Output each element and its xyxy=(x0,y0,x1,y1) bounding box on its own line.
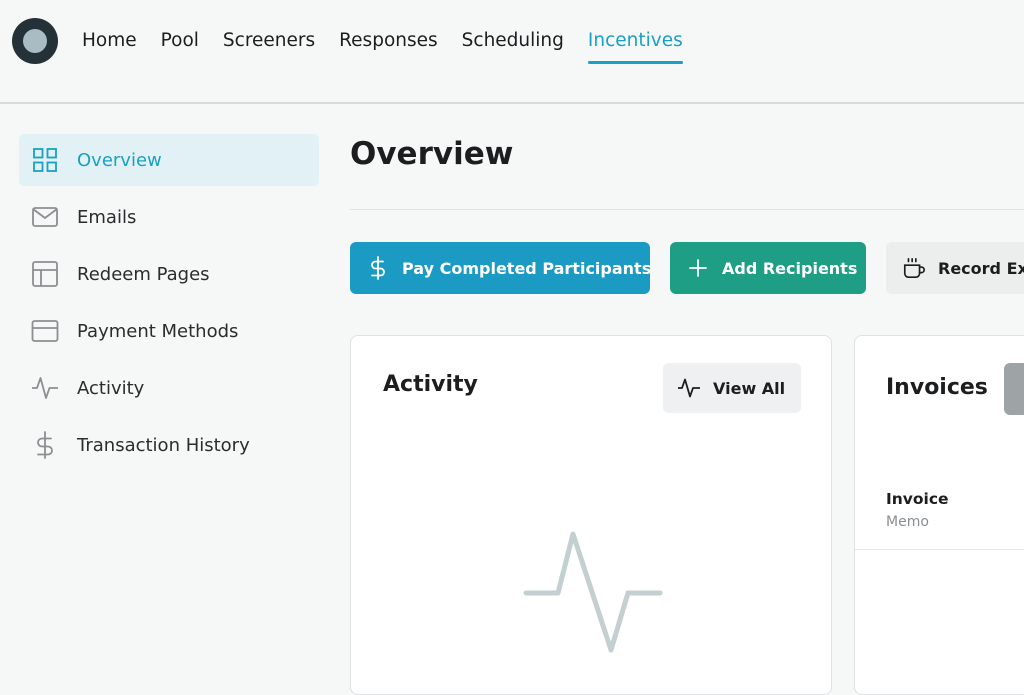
top-nav: Home Pool Screeners Responses Scheduling… xyxy=(82,0,707,80)
sidebar-item-label: Transaction History xyxy=(77,434,250,456)
activity-card: Activity View All xyxy=(350,335,832,695)
sidebar-item-label: Activity xyxy=(77,377,145,399)
nav-home[interactable]: Home xyxy=(82,0,137,80)
button-label: Pay Completed Participants xyxy=(402,258,650,278)
sidebar-item-overview[interactable]: Overview xyxy=(19,134,319,186)
sidebar-item-label: Emails xyxy=(77,206,137,228)
invoices-card: Invoices Invoice Memo xyxy=(854,335,1024,695)
activity-icon xyxy=(31,374,59,402)
view-all-button[interactable]: View All xyxy=(663,363,801,413)
record-external-button[interactable]: Record Ext xyxy=(886,242,1024,294)
sidebar: Overview Emails Redeem Pages Payment Met… xyxy=(19,134,319,476)
pay-completed-participants-button[interactable]: Pay Completed Participants xyxy=(350,242,650,294)
card-title: Activity xyxy=(383,372,478,397)
activity-empty-state-icon xyxy=(523,531,663,653)
nav-responses[interactable]: Responses xyxy=(339,0,438,80)
add-recipients-button[interactable]: Add Recipients xyxy=(670,242,866,294)
sidebar-item-label: Overview xyxy=(77,149,162,171)
grid-icon xyxy=(31,146,59,174)
coffee-cup-icon xyxy=(902,256,926,280)
page-title: Overview xyxy=(350,136,514,172)
button-label: Add Recipients xyxy=(722,258,858,278)
nav-scheduling[interactable]: Scheduling xyxy=(462,0,564,80)
activity-icon xyxy=(677,376,701,400)
invoice-column-header: Invoice xyxy=(886,490,949,508)
button-label: Record Ext xyxy=(938,258,1024,278)
dollar-icon xyxy=(366,256,390,280)
card-title: Invoices xyxy=(886,375,988,400)
sidebar-item-label: Redeem Pages xyxy=(77,263,210,285)
invoices-action-button[interactable] xyxy=(1004,363,1024,415)
nav-screeners[interactable]: Screeners xyxy=(223,0,315,80)
layout-icon xyxy=(31,260,59,288)
memo-column-subheader: Memo xyxy=(886,514,929,530)
sidebar-item-emails[interactable]: Emails xyxy=(19,191,319,243)
plus-icon xyxy=(686,256,710,280)
sidebar-item-payment-methods[interactable]: Payment Methods xyxy=(19,305,319,357)
sidebar-item-transaction-history[interactable]: Transaction History xyxy=(19,419,319,471)
nav-incentives[interactable]: Incentives xyxy=(587,0,683,80)
logo[interactable] xyxy=(12,18,58,64)
mail-icon xyxy=(31,203,59,231)
nav-pool[interactable]: Pool xyxy=(161,0,199,80)
divider xyxy=(350,209,1024,210)
sidebar-item-label: Payment Methods xyxy=(77,320,239,342)
sidebar-item-redeem-pages[interactable]: Redeem Pages xyxy=(19,248,319,300)
button-label: View All xyxy=(713,378,786,398)
dollar-icon xyxy=(31,431,59,459)
top-navigation-bar: Home Pool Screeners Responses Scheduling… xyxy=(0,0,1024,104)
divider xyxy=(855,549,1024,550)
sidebar-item-activity[interactable]: Activity xyxy=(19,362,319,414)
credit-card-icon xyxy=(31,317,59,345)
